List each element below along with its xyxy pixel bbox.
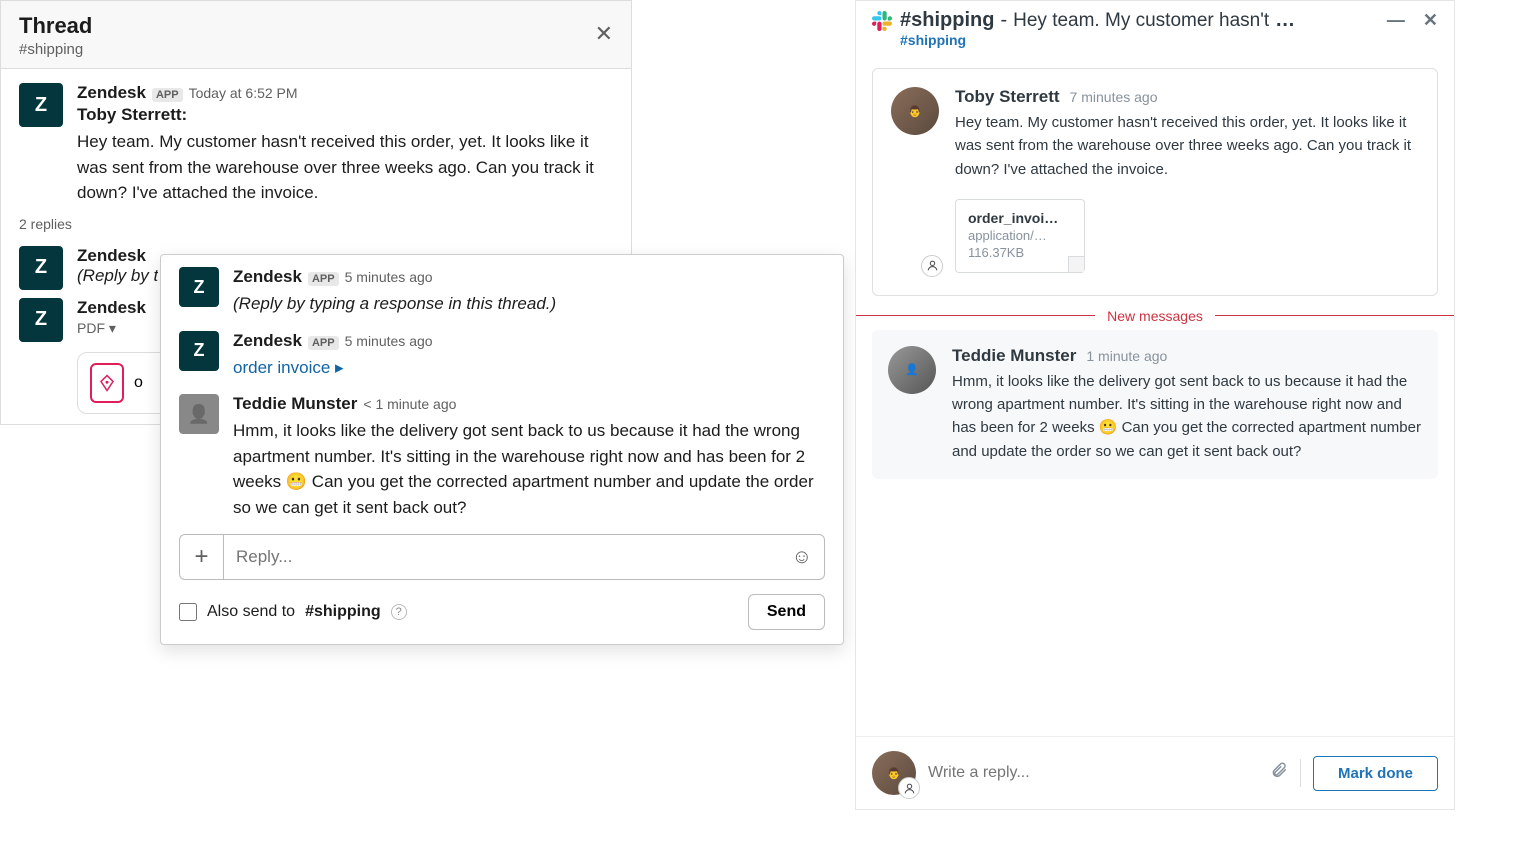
message-text: Hmm, it looks like the delivery got sent… [952,370,1422,463]
reply-footer: 👨 Mark done [856,736,1454,809]
message-preview: PDF ▾ [77,320,116,336]
agent-badge-icon [898,777,920,799]
title-separator: - [1000,9,1007,32]
message-text: (Reply by typing a response in this thre… [233,291,825,317]
also-send-label: Also send to [207,603,295,621]
reply-message: 👤 Teddie Munster < 1 minute ago Hmm, it … [161,382,843,522]
slack-logo-icon [872,11,892,31]
help-icon[interactable]: ? [391,604,407,620]
message-author[interactable]: Teddie Munster [952,346,1076,366]
zendesk-avatar-icon: Z [19,83,63,127]
slack-thread-header: Thread #shipping ✕ [1,1,631,69]
send-button[interactable]: Send [748,594,825,630]
message-author: Zendesk [77,298,146,318]
message-subauthor: Toby Sterrett: [77,105,613,125]
reply-input[interactable] [928,764,1258,782]
reply-message: Z Zendesk APP 5 minutes ago (Reply by ty… [161,255,843,319]
zendesk-avatar-icon: Z [179,267,219,307]
paperclip-icon[interactable] [1270,760,1288,786]
file-name: order_invoi… [968,210,1072,226]
new-messages-label: New messages [1095,308,1215,324]
message-text: Hmm, it looks like the delivery got sent… [233,418,825,520]
zendesk-side-conversation-panel: #shipping - Hey team. My customer hasn't… [855,0,1455,810]
message-timestamp: 1 minute ago [1086,348,1167,364]
zendesk-avatar-icon: Z [19,298,63,342]
message-author[interactable]: Zendesk [77,83,146,103]
message-author[interactable]: Zendesk [233,267,302,287]
message-author: Zendesk [77,246,158,266]
conversation-subject: Hey team. My customer hasn't [1013,10,1269,32]
also-send-channel: #shipping [305,603,381,621]
agent-badge-icon [921,255,943,277]
reply-input-wrapper[interactable]: ☺ [223,534,825,580]
thread-title: Thread [19,13,613,39]
reply-composer: + ☺ [179,534,825,580]
reply-input[interactable] [236,547,784,567]
also-send-checkbox-row[interactable]: Also send to #shipping ? [179,603,407,621]
divider [1300,759,1301,787]
mark-done-button[interactable]: Mark done [1313,756,1438,791]
minimize-icon[interactable]: — [1387,10,1405,31]
dog-ear-icon [1068,256,1084,272]
conversation-channel: #shipping [900,9,994,32]
zendesk-avatar-icon: Z [19,246,63,290]
file-type: application/… [968,228,1072,243]
replies-count: 2 replies [1,210,631,242]
message-author[interactable]: Zendesk [233,331,302,351]
message-timestamp: Today at 6:52 PM [189,85,298,101]
conversation-reply-card: 👤 Teddie Munster 1 minute ago Hmm, it lo… [872,330,1438,479]
app-badge: APP [308,272,339,286]
new-messages-divider: New messages [856,308,1454,324]
file-attachment[interactable]: order_invoi… application/… 116.37KB [955,199,1085,273]
zendesk-header: #shipping - Hey team. My customer hasn't… [856,1,1454,32]
message-timestamp: 5 minutes ago [345,269,433,285]
message-author[interactable]: Teddie Munster [233,394,357,414]
thread-root-message: Z Zendesk APP Today at 6:52 PM Toby Ster… [1,69,631,210]
conversation-channel-link[interactable]: #shipping [856,32,1454,56]
user-avatar: 👤 [179,394,219,434]
user-avatar: 👨 [891,87,939,135]
close-icon[interactable]: ✕ [1423,10,1438,31]
emoji-icon[interactable]: ☺ [792,546,812,569]
message-timestamp: 5 minutes ago [345,333,433,349]
message-text[interactable]: order invoice ▸ [233,355,825,381]
message-timestamp: 7 minutes ago [1070,89,1158,105]
reply-message: Z Zendesk APP 5 minutes ago order invoic… [161,319,843,383]
pdf-filename: o [134,374,143,392]
message-author[interactable]: Toby Sterrett [955,87,1060,107]
also-send-checkbox[interactable] [179,603,197,621]
zendesk-avatar-icon: Z [179,331,219,371]
message-timestamp: < 1 minute ago [363,396,456,412]
close-icon[interactable]: ✕ [595,21,613,47]
message-text: Hey team. My customer hasn't received th… [955,111,1419,181]
thread-channel[interactable]: #shipping [19,41,613,58]
add-attachment-button[interactable]: + [179,534,223,580]
user-avatar: 👤 [888,346,936,394]
message-text: Hey team. My customer hasn't received th… [77,129,613,206]
conversation-message-card: 👨 Toby Sterrett 7 minutes ago Hey team. … [872,68,1438,296]
app-badge: APP [152,88,183,102]
pdf-icon [90,363,124,403]
app-badge: APP [308,336,339,350]
file-size: 116.37KB [968,245,1072,260]
title-ellipsis: … [1275,9,1295,32]
thread-replies-popup: Z Zendesk APP 5 minutes ago (Reply by ty… [160,254,844,645]
message-preview: (Reply by t [77,266,158,285]
